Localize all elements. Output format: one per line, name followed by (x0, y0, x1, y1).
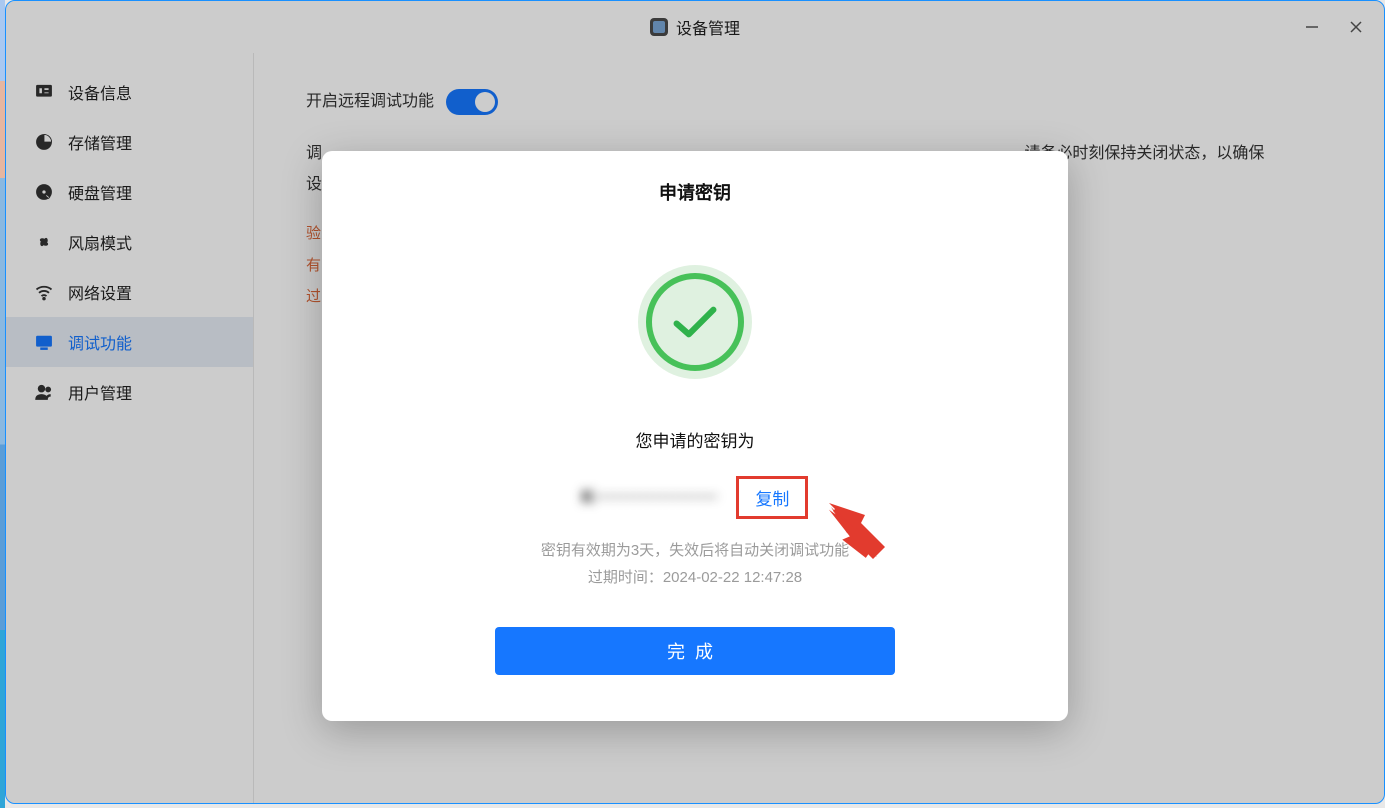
modal-overlay: 申请密钥 您申请的密钥为 K··················· 复制 密钥有… (6, 1, 1384, 803)
check-icon (672, 305, 718, 339)
annotation-arrow-icon (827, 501, 887, 561)
success-badge (638, 265, 752, 379)
apply-key-modal: 申请密钥 您申请的密钥为 K··················· 复制 密钥有… (322, 151, 1068, 721)
key-label: 您申请的密钥为 (362, 427, 1028, 452)
app-window: 设备管理 设备信息 存储管理 (5, 0, 1385, 804)
key-value: K··················· (582, 487, 719, 508)
key-note: 密钥有效期为3天，失效后将自动关闭调试功能 过期时间：2024-02-22 12… (362, 537, 1028, 591)
copy-button[interactable]: 复制 (736, 476, 808, 519)
success-ring (646, 273, 744, 371)
key-row: K··················· 复制 (362, 476, 1028, 519)
done-button[interactable]: 完成 (495, 627, 895, 675)
modal-title: 申请密钥 (362, 179, 1028, 205)
